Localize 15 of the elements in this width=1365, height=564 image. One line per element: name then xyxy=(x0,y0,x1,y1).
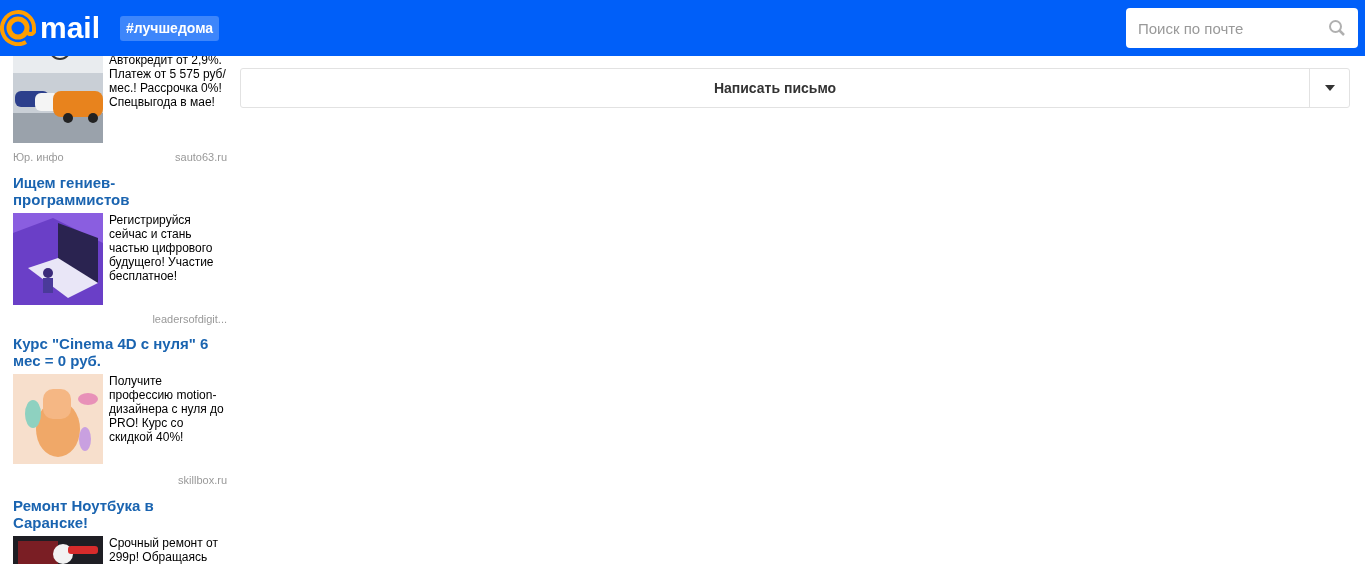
ad-text: Получите профессию motion-дизайнера с нуля до PRO! Курс со скидкой 40%! xyxy=(109,374,225,446)
ad-text: Регистрируйся сейчас и стань частью цифрового будущего! Участие бесплатное! xyxy=(109,212,215,285)
ad-title-link[interactable]: Ремонт Ноутбука в Саранске! xyxy=(13,496,218,531)
ad-source: leadersofdigit... xyxy=(152,311,227,327)
ad-source: skillbox.ru xyxy=(178,473,227,488)
ad-source: sauto63.ru xyxy=(175,150,227,165)
ad-text: Автокредит от 2,9%. Платеж от 5 575 руб/ мес.! Рассрочка 0%! Спецвыгода в мае! xyxy=(109,56,227,111)
hashtag-link[interactable]: #лучшедома xyxy=(120,15,220,41)
ad-text: Срочный ремонт от 299р! Обращаясь xyxy=(109,535,219,564)
ad-title-link[interactable]: Курс "Cinema 4D с нуля" 6 мес = 0 руб. xyxy=(13,335,218,369)
logo-link[interactable]: mail xyxy=(0,10,101,46)
ad-title-link[interactable]: Ищем гениев-программистов xyxy=(13,173,218,208)
search-field[interactable]: Поиск по почте xyxy=(1126,8,1358,48)
at-sign-icon xyxy=(0,10,36,46)
caret-icon xyxy=(1324,85,1335,91)
